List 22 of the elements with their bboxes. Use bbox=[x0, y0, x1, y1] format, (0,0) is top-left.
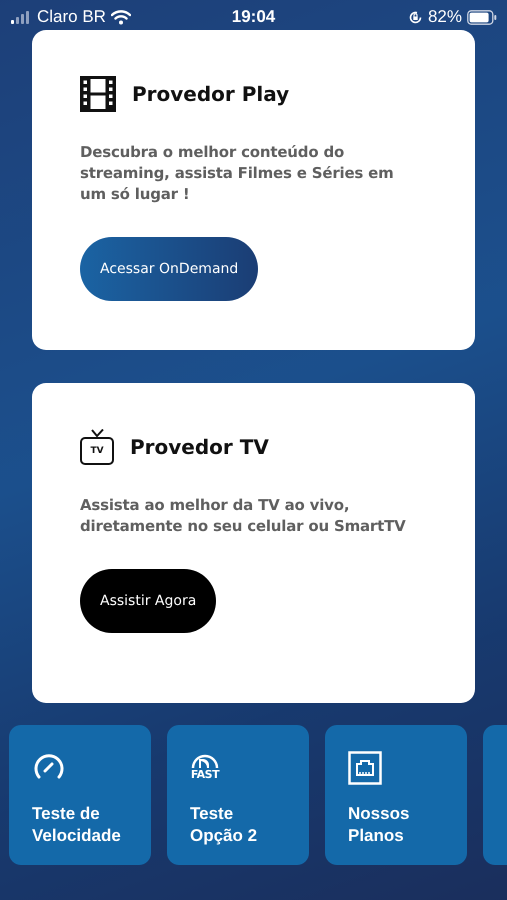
shortcut-tile[interactable]: Teste de Velocidade bbox=[9, 725, 151, 865]
ethernet-port-icon bbox=[348, 751, 382, 785]
action-button[interactable]: Assistir Agora bbox=[80, 569, 216, 633]
battery-icon bbox=[466, 10, 497, 24]
shortcut-tile[interactable]: FAST Teste Opção 2 bbox=[167, 725, 309, 865]
tile-label: Nossos Planos bbox=[348, 803, 410, 847]
wifi-icon bbox=[110, 10, 131, 24]
card-title: Provedor TV bbox=[130, 435, 269, 459]
speedometer-icon bbox=[32, 751, 66, 781]
action-button[interactable]: Acessar OnDemand bbox=[80, 237, 258, 301]
battery-percent: 82% bbox=[428, 7, 462, 27]
carrier-name: Claro BR bbox=[37, 7, 106, 27]
tile-label: Teste de Velocidade bbox=[32, 803, 122, 847]
card-title: Provedor Play bbox=[132, 82, 290, 106]
film-icon bbox=[80, 76, 116, 112]
clock-time: 19:04 bbox=[232, 7, 276, 27]
card-description: Assista ao melhor da TV ao vivo, diretamente no seu celular ou SmartTV bbox=[80, 495, 407, 537]
signal-icon bbox=[10, 10, 32, 24]
shortcut-tile[interactable]: Nossos Planos bbox=[325, 725, 467, 865]
rotation-lock-icon bbox=[408, 10, 423, 24]
card-description: Descubra o melhor conteúdo do streaming, assista Filmes e Séries em um só lugar ! bbox=[80, 142, 395, 205]
tile-label: Teste Opção 2 bbox=[190, 803, 258, 847]
